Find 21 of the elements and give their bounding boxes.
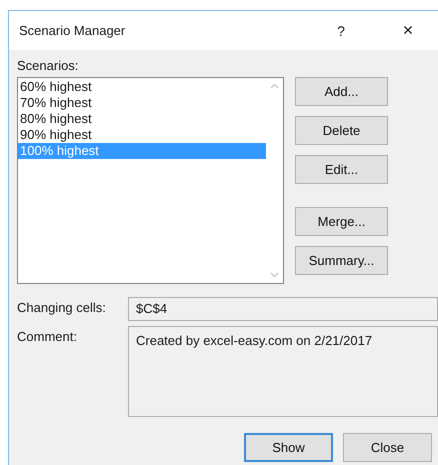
scenario-button[interactable]: Merge...	[295, 207, 388, 236]
dialog-button[interactable]: Show	[244, 433, 333, 462]
changing-cells-label: Changing cells:	[17, 299, 107, 315]
close-button[interactable]: ×	[398, 20, 418, 41]
scenario-button[interactable]: Summary...	[295, 246, 388, 275]
scenario-button[interactable]: Add...	[295, 77, 388, 106]
scenarios-label: Scenarios:	[17, 58, 80, 73]
list-item[interactable]: 90% highest	[18, 127, 266, 143]
list-item[interactable]: 60% highest	[18, 79, 266, 95]
window-title: Scenario Manager	[19, 23, 126, 38]
scroll-down-icon[interactable]	[270, 272, 279, 278]
scenario-button[interactable]: Delete	[295, 116, 388, 145]
scroll-up-icon[interactable]	[270, 83, 279, 89]
changing-cells-field[interactable]: $C$4	[128, 297, 438, 321]
help-button[interactable]: ?	[331, 22, 351, 38]
list-item[interactable]: 70% highest	[18, 95, 266, 111]
list-item[interactable]: 80% highest	[18, 111, 266, 127]
comment-label: Comment:	[17, 328, 78, 344]
dialog-button[interactable]: Close	[343, 433, 432, 462]
comment-field[interactable]: Created by excel-easy.com on 2/21/2017	[128, 326, 438, 417]
scenario-button[interactable]: Edit...	[295, 155, 388, 184]
